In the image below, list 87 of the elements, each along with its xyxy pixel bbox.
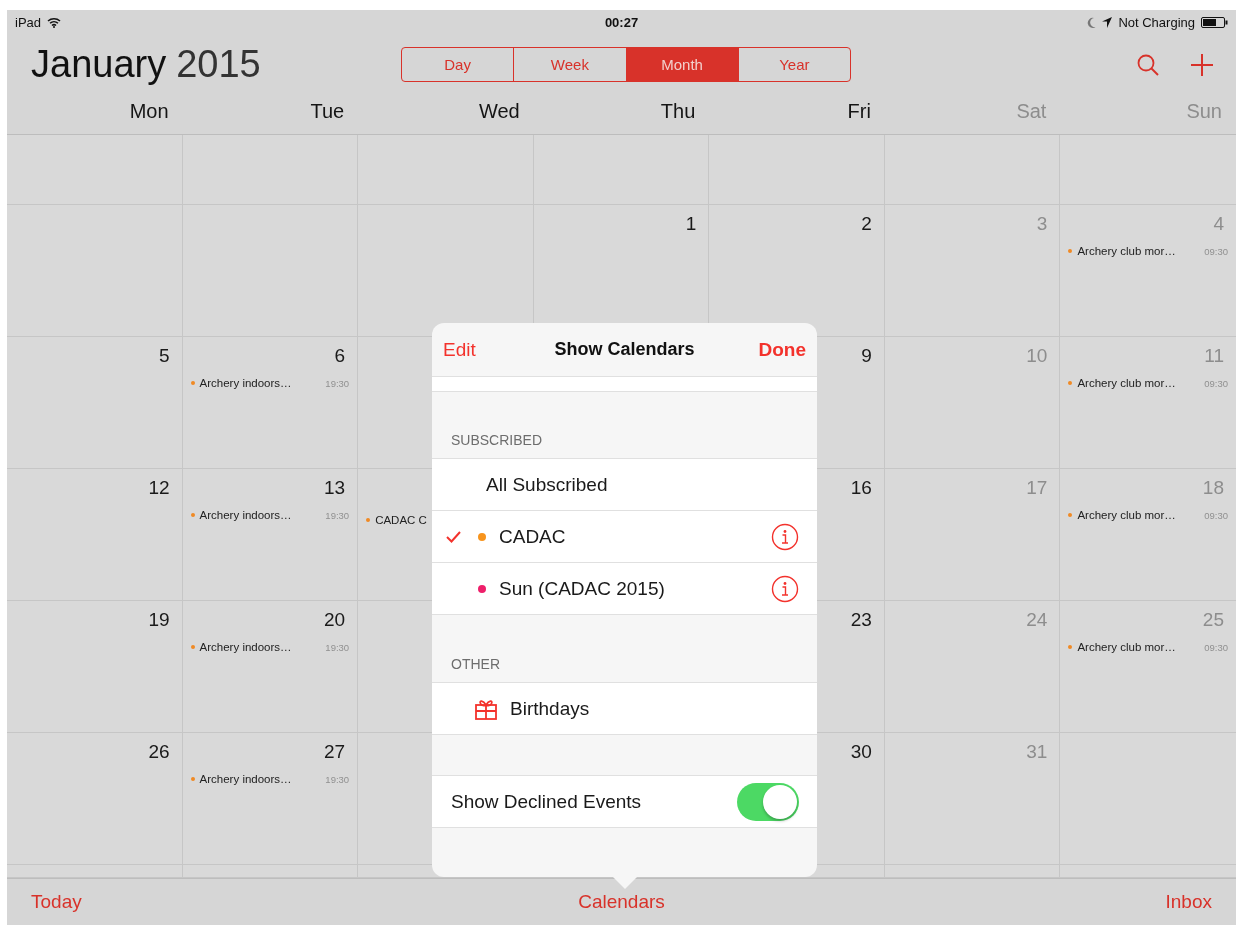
section-header: SUBSCRIBED [451, 432, 543, 448]
calendar-row[interactable]: CADAC [432, 511, 817, 563]
day-number: 2 [861, 213, 872, 235]
event-time: 19:30 [325, 509, 350, 521]
day-cell[interactable]: 6 Archery indoors… 19:30 [182, 337, 359, 469]
moon-icon [1087, 16, 1097, 28]
search-icon[interactable] [1136, 52, 1160, 77]
event-title[interactable]: Archery club mor… [1077, 509, 1176, 521]
day-cell[interactable]: 12 [7, 469, 183, 601]
day-number: 18 [1202, 477, 1224, 499]
weekday-label: Thu [660, 100, 696, 123]
calendar-row[interactable]: Sun (CADAC 2015) [432, 563, 817, 615]
day-number: 1 [685, 213, 697, 235]
clock: 00:27 [604, 14, 639, 30]
event-time: 09:30 [1204, 509, 1228, 521]
row-label: Show Declined Events [451, 790, 643, 813]
wifi-icon [47, 16, 62, 28]
day-cell[interactable]: 27 Archery indoors… 19:30 [182, 733, 359, 865]
day-number: 30 [850, 741, 872, 763]
weekday-label: Sun [1186, 100, 1222, 123]
day-cell[interactable]: 5 [7, 337, 183, 469]
calendar-name: Sun (CADAC 2015) [499, 577, 666, 600]
day-number: 20 [324, 609, 346, 631]
day-number: 11 [1204, 345, 1224, 367]
event-title[interactable]: Archery indoors… [199, 773, 292, 785]
weekday-label: Wed [478, 100, 520, 123]
day-number: 6 [334, 345, 346, 367]
day-number: 25 [1202, 609, 1224, 631]
event-time: 19:30 [325, 773, 350, 785]
event-time: 09:30 [1204, 641, 1228, 653]
weekday-label: Tue [310, 100, 345, 123]
battery-icon [1201, 16, 1228, 28]
day-number: 31 [1026, 741, 1048, 763]
location-arrow-icon [1102, 16, 1113, 28]
device-name: iPad [15, 14, 42, 30]
event-title[interactable]: Archery indoors… [199, 377, 292, 389]
day-number: 3 [1036, 213, 1048, 235]
plus-icon[interactable] [1190, 52, 1214, 77]
day-cell[interactable]: 11 Archery club mor… 09:30 [1060, 337, 1236, 469]
event-title[interactable]: Archery club mor… [1077, 641, 1176, 653]
weekday-label: Sat [1016, 100, 1047, 123]
day-cell[interactable]: 19 [7, 601, 183, 733]
weekday-label: Fri [847, 100, 871, 123]
day-cell[interactable]: 18 Archery club mor… 09:30 [1060, 469, 1236, 601]
day-cell[interactable]: 13 Archery indoors… 19:30 [182, 469, 359, 601]
info-icon[interactable] [771, 574, 799, 603]
day-number: 23 [850, 609, 872, 631]
event-time: 19:30 [325, 641, 350, 653]
weekday-label: Mon [129, 100, 169, 123]
day-number: 27 [324, 741, 346, 763]
event-title[interactable]: Archery indoors… [199, 509, 292, 521]
day-cell[interactable]: 4 Archery club mor… 09:30 [1060, 205, 1236, 337]
battery-status: Not Charging [1118, 14, 1195, 30]
day-cell[interactable]: 25 Archery club mor… 09:30 [1060, 601, 1236, 733]
calendar-name: Birthdays [510, 697, 591, 720]
day-number: 26 [148, 741, 170, 763]
day-number: 5 [159, 345, 170, 367]
day-cell[interactable]: 20 Archery indoors… 19:30 [182, 601, 359, 733]
toggle-switch[interactable] [737, 782, 799, 821]
event-title[interactable]: Archery club mor… [1077, 245, 1176, 257]
day-number: 9 [861, 345, 872, 367]
event-title[interactable]: CADAC C [375, 514, 427, 526]
event-time: 19:30 [325, 377, 350, 389]
event-time: 09:30 [1204, 245, 1228, 257]
calendar-row[interactable]: Birthdays [432, 683, 817, 735]
day-number: 4 [1213, 213, 1224, 235]
day-number: 12 [148, 477, 170, 499]
day-number: 24 [1026, 609, 1048, 631]
day-number: 16 [850, 477, 872, 499]
event-time: 09:30 [1204, 377, 1228, 389]
section-header: OTHER [451, 656, 500, 672]
day-cell[interactable] [7, 205, 183, 337]
calendar-row[interactable]: All Subscribed [432, 459, 817, 511]
month-title: January 2015 [30, 43, 262, 86]
day-cell[interactable]: 26 [7, 733, 183, 865]
calendar-name: All Subscribed [486, 473, 609, 496]
day-number: 10 [1026, 345, 1048, 367]
info-icon[interactable] [771, 522, 799, 551]
day-number: 13 [324, 477, 346, 499]
event-title[interactable]: Archery indoors… [199, 641, 292, 653]
event-title[interactable]: Archery club mor… [1077, 377, 1176, 389]
calendar-name: CADAC [499, 525, 567, 548]
day-number: 19 [148, 609, 170, 631]
popover-title: Show Calendars [554, 339, 695, 360]
day-number: 17 [1026, 477, 1048, 499]
edit-button[interactable]: Edit [443, 338, 476, 361]
done-button[interactable]: Done [758, 338, 806, 361]
